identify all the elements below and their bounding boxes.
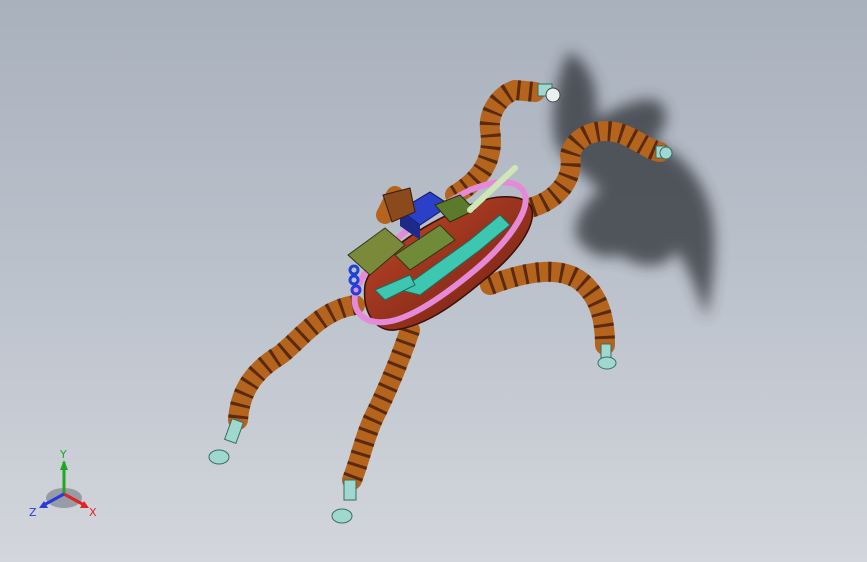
leg-back-left [228, 295, 365, 430]
triad-y-label: Y [59, 448, 67, 461]
triad-y-arrowhead [60, 460, 68, 470]
leg-front-left [445, 79, 545, 205]
robot-body [347, 165, 534, 331]
leg-middle-right [480, 261, 615, 355]
triad-z-label: Z [29, 506, 37, 519]
orientation-triad: Y X Z [29, 448, 97, 519]
cad-viewport[interactable]: Y X Z [0, 0, 867, 562]
triad-x-label: X [89, 506, 97, 519]
hexapod-model-view[interactable] [0, 0, 867, 562]
